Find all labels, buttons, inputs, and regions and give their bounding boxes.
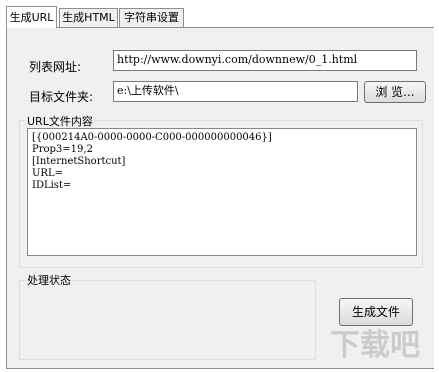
tab-generate-url[interactable]: 生成URL [6, 6, 57, 28]
url-content-line: URL= [32, 168, 63, 179]
list-url-label: 列表网址: [29, 60, 82, 74]
processing-status-legend: 处理状态 [25, 272, 73, 288]
url-content-line: [{000214A0-0000-0000-C000-000000000046}] [32, 132, 272, 143]
target-folder-input[interactable]: e:\上传软件\ [113, 81, 358, 102]
watermark-text: 下载吧 [330, 328, 420, 363]
url-content-textarea[interactable]: [{000214A0-0000-0000-C000-000000000046}]… [27, 128, 417, 256]
tab-generate-html[interactable]: 生成HTML [59, 8, 118, 27]
url-content-legend: URL文件内容 [25, 113, 95, 129]
list-url-input[interactable]: http://www.downyi.com/downnew/0_1.html [113, 50, 417, 71]
url-content-line: Prop3=19,2 [32, 144, 93, 155]
target-folder-label: 目标文件夹: [29, 90, 94, 104]
processing-status-group [19, 280, 316, 360]
url-content-line: IDList= [32, 180, 72, 191]
url-content-line: [InternetShortcut] [32, 156, 126, 167]
tab-string-settings[interactable]: 字符串设置 [119, 8, 184, 27]
browse-button[interactable]: 浏 览... [364, 81, 426, 103]
watermark-logo: 下载吧 [315, 317, 435, 370]
